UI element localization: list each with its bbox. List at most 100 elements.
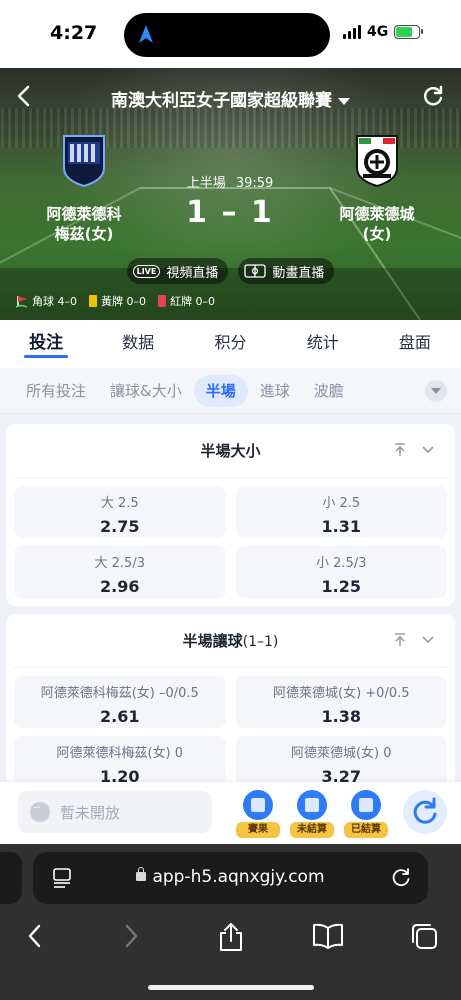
league-selector[interactable]: 南澳大利亞女子國家超級聯賽 [0,86,461,111]
odds-value: 2.75 [100,517,140,536]
settled-label: 已結算 [344,822,388,838]
odds-value: 2.96 [100,577,140,596]
red-card-text: 紅牌 0–0 [170,295,215,308]
away-team: 阿德萊德城 (女) [317,134,437,244]
settled-icon [351,790,381,820]
market-controls [393,632,435,648]
odds-cell[interactable]: 阿德萊德城(女) +0/0.5 1.38 [235,676,447,728]
main-tabs: 投注 数据 积分 统计 盘面 [0,320,461,368]
url-text: app-h5.aqnxgjy.com [152,867,325,887]
yellow-card-text: 黃牌 0–0 [101,295,146,308]
odds-value: 3.27 [321,767,361,782]
match-clock: 39:59 [235,176,274,191]
live-buttons: LIVE 視頻直播 動畫直播 [0,258,461,284]
red-card-icon [158,295,166,307]
odds-value: 1.38 [321,707,361,726]
odds-value: 1.20 [100,767,140,782]
pin-top-icon[interactable] [393,632,407,648]
browser-toolbar [0,916,461,956]
caret-down-icon [338,97,350,105]
battery-icon [394,25,424,39]
market-title-text: 半場大小 [200,442,261,460]
location-arrow-icon [139,25,153,43]
animation-live-button[interactable]: 動畫直播 [238,258,335,284]
chat-input[interactable]: 暫未開放 [18,791,212,833]
away-team-name-line2: (女) [362,225,392,243]
network-type: 4G [367,24,389,40]
odds-value: 2.61 [100,707,140,726]
away-team-name-line1: 阿德萊德城 [339,205,415,223]
odds-cell[interactable]: 阿德萊德科梅茲(女) –0/0.5 2.61 [14,676,226,728]
browser-chrome: app-h5.aqnxgjy.com [0,844,461,1000]
bottom-action-bar: 暫未開放 賽果 未結算 已結算 [0,782,461,844]
home-team: 阿德萊德科 梅茲(女) [24,134,144,244]
market-title-text: 半場讓球 [182,632,243,650]
market-controls [393,442,435,458]
settled-button[interactable]: 已結算 [342,790,390,838]
odds-label: 阿德萊德城(女) 0 [290,746,392,761]
odds-label: 阿德萊德科梅茲(女) 0 [56,746,184,761]
odds-label: 大 2.5/3 [94,556,145,571]
tab-bet[interactable]: 投注 [0,320,92,368]
tab-statistics[interactable]: 统计 [277,320,369,368]
tab-standings[interactable]: 积分 [184,320,276,368]
tabs-icon[interactable] [410,922,440,952]
unsettled-label: 未結算 [290,822,334,838]
chat-placeholder: 暫未開放 [60,803,121,822]
browser-back-icon[interactable] [24,922,46,950]
subtab-all-bets[interactable]: 所有投注 [14,375,98,407]
status-time: 4:27 [50,22,98,44]
tab-market-board[interactable]: 盘面 [369,320,461,368]
refresh-button[interactable] [403,790,447,834]
chevron-down-icon[interactable] [421,442,435,458]
market-panel-half-handicap: 半場讓球(1–1) 阿德萊德科梅茲(女) –0/0.5 2.61 阿德萊德城(女… [6,614,455,782]
market-filter-tabs: 所有投注 讓球&大小 半場 進球 波膽 [0,368,461,414]
match-score: 1 – 1 [186,195,274,230]
signal-icon [343,25,361,39]
subtab-half-time[interactable]: 半場 [193,374,248,407]
status-bar: 4:27 4G [0,0,461,68]
address-bar[interactable]: app-h5.aqnxgjy.com [33,852,428,904]
odds-cell[interactable]: 大 2.5/3 2.96 [14,546,226,598]
odds-grid: 大 2.5 2.75 小 2.5 1.31 大 2.5/3 2.96 小 2.5… [6,478,455,606]
status-indicators: 4G [343,24,424,40]
corners-text: 角球 4–0 [32,295,77,308]
market-title: 半場大小 [14,424,447,478]
odds-cell[interactable]: 小 2.5 1.31 [235,486,447,538]
results-icon [243,790,273,820]
tab-data[interactable]: 数据 [92,320,184,368]
subtab-correct-score[interactable]: 波膽 [302,375,356,407]
chevron-down-icon[interactable] [421,632,435,648]
pin-top-icon[interactable] [393,442,407,458]
bookmarks-icon[interactable] [312,922,344,950]
results-button[interactable]: 賽果 [234,790,282,838]
live-badge-icon: LIVE [132,264,161,278]
video-live-button[interactable]: LIVE 視頻直播 [126,258,229,284]
previous-tab-peek[interactable] [0,852,22,904]
refresh-icon[interactable] [421,84,445,108]
market-title: 半場讓球(1–1) [14,614,447,668]
expand-filters-icon[interactable] [425,380,447,402]
red-card-stat: 紅牌 0–0 [158,293,215,309]
match-stats: 角球 4–0 黃牌 0–0 紅牌 0–0 [16,293,215,309]
video-live-label: 視頻直播 [166,265,219,281]
reload-icon[interactable] [390,867,412,889]
odds-cell[interactable]: 大 2.5 2.75 [14,486,226,538]
share-icon[interactable] [217,922,245,952]
odds-cell[interactable]: 阿德萊德城(女) 0 3.27 [235,736,447,782]
yellow-card-icon [89,295,97,307]
odds-cell[interactable]: 阿德萊德科梅茲(女) 0 1.20 [14,736,226,782]
league-title: 南澳大利亞女子國家超級聯賽 [111,91,332,111]
browser-forward-icon[interactable] [120,922,142,950]
subtab-goals[interactable]: 進球 [248,375,302,407]
odds-label: 阿德萊德城(女) +0/0.5 [273,686,410,701]
chat-bubble-icon [30,802,50,822]
unsettled-button[interactable]: 未結算 [288,790,336,838]
match-period: 上半場 [186,176,226,191]
odds-label: 小 2.5 [322,496,361,511]
odds-value: 1.25 [321,577,361,596]
score-center: 上半場 39:59 1 – 1 [150,172,310,230]
odds-cell[interactable]: 小 2.5/3 1.25 [235,546,447,598]
subtab-handicap-total[interactable]: 讓球&大小 [98,375,194,407]
unsettled-icon [297,790,327,820]
